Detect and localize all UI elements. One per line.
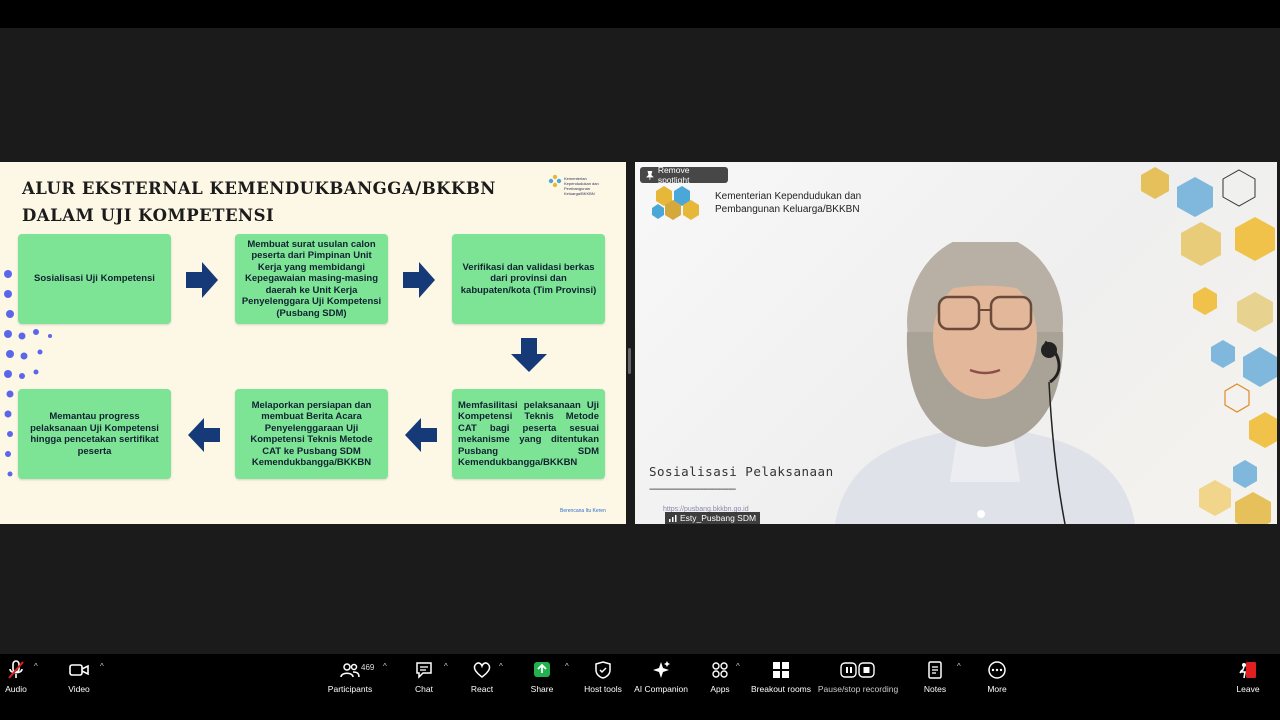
signal-bars-icon xyxy=(669,515,677,522)
org-name-line1: Kementerian Kependudukan dan xyxy=(715,191,862,202)
react-options-chevron-icon[interactable]: ^ xyxy=(499,662,503,671)
video-label: Video xyxy=(68,684,90,694)
breakout-rooms-icon xyxy=(773,662,789,678)
more-icon xyxy=(988,661,1006,679)
notes-button[interactable]: Notes xyxy=(922,660,948,694)
heart-icon xyxy=(473,662,491,678)
spotlight-video[interactable]: Kementerian Kependudukan dan Pembangunan… xyxy=(635,162,1277,524)
bkkbn-logo-icon xyxy=(652,186,699,220)
org-name: Kementerian Kependudukan dan Pembangunan… xyxy=(715,190,861,216)
panel-resize-handle[interactable] xyxy=(628,348,631,374)
slide-logo-text: Kementerian Kependudukan dan Pembangunan… xyxy=(564,176,599,196)
bkkbn-logo-icon xyxy=(548,174,562,188)
apps-button[interactable]: Apps xyxy=(706,660,734,694)
slide-title: ALUR EKSTERNAL KEMENDUKBANGGA/BKKBN DALA… xyxy=(22,175,496,229)
host-tools-label: Host tools xyxy=(584,684,622,694)
share-options-chevron-icon[interactable]: ^ xyxy=(565,662,569,671)
meeting-toolbar: Audio ^ Video ^ Participants 469 ^ Chat … xyxy=(0,654,1280,720)
step-4-box: Memfasilitasi pelaksanaan Uji Kompetensi… xyxy=(452,389,605,479)
video-button[interactable]: Video xyxy=(66,660,92,694)
breakout-rooms-label: Breakout rooms xyxy=(751,684,811,694)
step-1-box: Sosialisasi Uji Kompetensi xyxy=(18,234,171,324)
step-6-box: Memantau progress pelaksanaan Uji Kompet… xyxy=(18,389,171,479)
apps-label: Apps xyxy=(710,684,730,694)
org-name-line2: Pembangunan Keluarga/BKKBN xyxy=(715,204,860,215)
participants-icon xyxy=(340,663,360,678)
sparkle-icon xyxy=(653,661,670,678)
leave-icon xyxy=(1239,662,1256,679)
participant-name-tag: Esty_Pusbang SDM xyxy=(665,512,761,524)
participant-name: Esty_Pusbang SDM xyxy=(680,513,757,523)
video-caption-rule: ------------------------------------- xyxy=(649,484,736,495)
share-screen-icon xyxy=(534,662,550,677)
leave-label: Leave xyxy=(1236,684,1260,694)
apps-options-chevron-icon[interactable]: ^ xyxy=(736,662,740,671)
more-button[interactable]: More xyxy=(984,660,1010,694)
notes-options-chevron-icon[interactable]: ^ xyxy=(957,662,961,671)
share-label: Share xyxy=(530,684,554,694)
chat-options-chevron-icon[interactable]: ^ xyxy=(444,662,448,671)
audio-options-chevron-icon[interactable]: ^ xyxy=(34,662,38,671)
recording-button[interactable]: Pause/stop recording xyxy=(818,660,898,694)
react-button[interactable]: React xyxy=(469,660,495,694)
breakout-rooms-button[interactable]: Breakout rooms xyxy=(751,660,811,694)
share-button[interactable]: Share xyxy=(529,660,555,694)
microphone-muted-icon xyxy=(8,660,24,679)
arrow-right-icon xyxy=(186,262,218,298)
video-options-chevron-icon[interactable]: ^ xyxy=(100,662,104,671)
slide-title-line2: DALAM UJI KOMPETENSI xyxy=(22,206,275,225)
shared-slide: ALUR EKSTERNAL KEMENDUKBANGGA/BKKBN DALA… xyxy=(0,162,626,524)
audio-button[interactable]: Audio xyxy=(4,660,28,694)
participants-options-chevron-icon[interactable]: ^ xyxy=(383,662,387,671)
chat-icon xyxy=(416,662,432,679)
arrow-left-icon xyxy=(405,418,437,452)
audio-label: Audio xyxy=(5,684,27,694)
participants-label: Participants xyxy=(327,684,373,694)
step-3-box: Verifikasi dan validasi berkas dari prov… xyxy=(452,234,605,324)
shield-icon xyxy=(595,661,611,679)
slide-title-line1: ALUR EKSTERNAL KEMENDUKBANGGA/BKKBN xyxy=(22,179,496,198)
arrow-left-icon xyxy=(188,418,220,452)
notes-label: Notes xyxy=(923,684,947,694)
more-label: More xyxy=(987,684,1007,694)
recording-label: Pause/stop recording xyxy=(817,684,899,694)
pin-icon xyxy=(646,170,654,180)
arrow-right-icon xyxy=(403,262,435,298)
remove-spotlight-button[interactable]: Remove spotlight xyxy=(640,165,728,185)
pause-stop-icon xyxy=(840,662,875,678)
ai-companion-button[interactable]: AI Companion xyxy=(634,660,688,694)
camera-icon xyxy=(69,664,89,676)
react-label: React xyxy=(470,684,494,694)
apps-icon xyxy=(712,662,728,678)
chat-label: Chat xyxy=(415,684,433,694)
notes-icon xyxy=(928,661,942,679)
slide-logo: Kementerian Kependudukan dan Pembangunan… xyxy=(548,174,610,196)
slide-footer: Berencana Itu Keren xyxy=(560,508,606,514)
top-bar xyxy=(0,0,1280,28)
chat-button[interactable]: Chat xyxy=(412,660,436,694)
participant-count: 469 xyxy=(361,663,375,672)
step-5-box: Melaporkan persiapan dan membuat Berita … xyxy=(235,389,388,479)
leave-button[interactable]: Leave xyxy=(1235,660,1261,694)
remove-spotlight-label: Remove spotlight xyxy=(657,165,690,185)
host-tools-button[interactable]: Host tools xyxy=(583,660,623,694)
ai-companion-label: AI Companion xyxy=(634,684,688,694)
video-caption: Sosialisasi Pelaksanaan xyxy=(649,464,834,479)
arrow-down-icon xyxy=(511,338,547,372)
step-2-box: Membuat surat usulan calon peserta dari … xyxy=(235,234,388,324)
participant-video-feed xyxy=(835,242,1135,524)
